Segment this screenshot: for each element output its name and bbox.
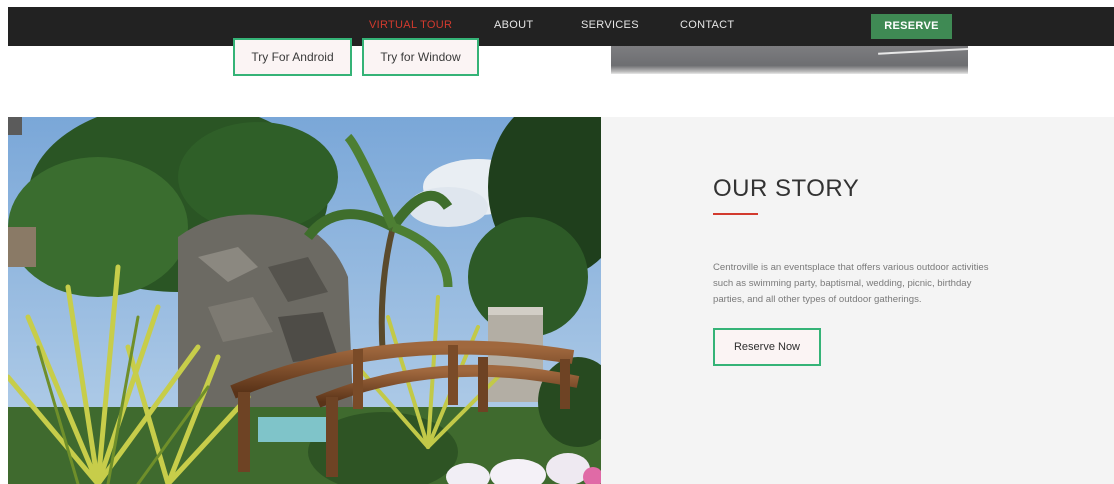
- reserve-now-nav-button[interactable]: RESERVE NOW: [871, 14, 952, 57]
- story-description: Centroville is an eventsplace that offer…: [713, 262, 989, 305]
- try-window-button[interactable]: Try for Window: [362, 38, 479, 76]
- story-title-underline: [713, 213, 758, 215]
- nav-item-services[interactable]: SERVICES: [581, 7, 639, 46]
- our-story-section: OUR STORY Centroville is an eventsplace …: [601, 117, 1114, 484]
- nav-item-about[interactable]: ABOUT: [494, 7, 533, 46]
- top-navbar: VIRTUAL TOUR ABOUT SERVICES CONTACT RESE…: [8, 7, 1114, 57]
- try-android-button[interactable]: Try For Android: [233, 38, 352, 76]
- nav-item-contact[interactable]: CONTACT: [680, 7, 734, 46]
- garden-photo: [8, 117, 601, 484]
- story-title: OUR STORY: [713, 175, 860, 202]
- reserve-now-button[interactable]: Reserve Now: [713, 328, 821, 366]
- previous-image-edge: [611, 46, 968, 74]
